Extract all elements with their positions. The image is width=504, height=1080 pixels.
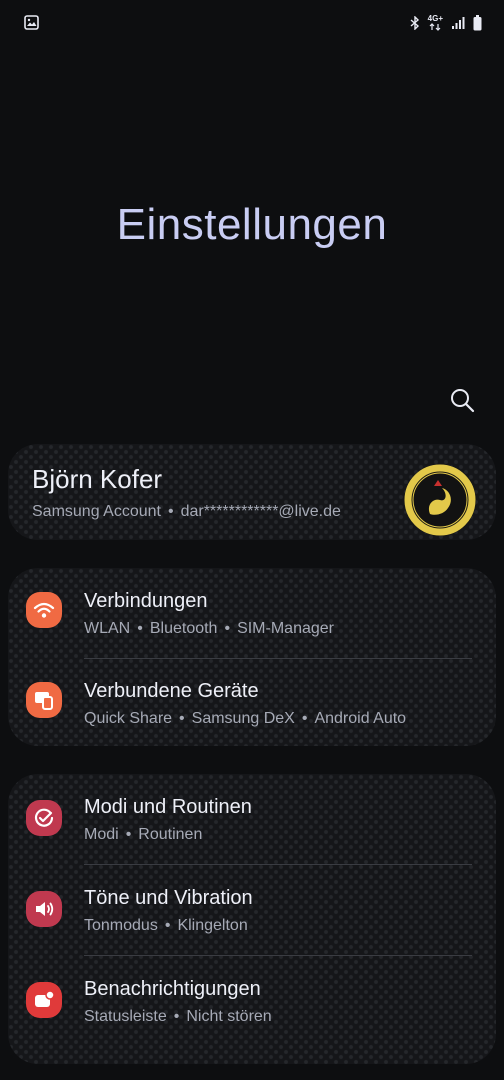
- subtitle-part: Routinen: [138, 826, 203, 843]
- search-icon[interactable]: [448, 386, 476, 414]
- subtitle-part: Bluetooth: [149, 620, 218, 637]
- signal-icon: [452, 17, 465, 29]
- settings-group-1: Verbindungen WLAN • Bluetooth • SIM-Manager …: [8, 568, 496, 746]
- subtitle-part: Modi: [84, 826, 119, 843]
- battery-icon: [473, 15, 482, 31]
- separator-dot: •: [179, 710, 185, 727]
- account-name: Björn Kofer: [32, 464, 163, 494]
- settings-item-benachrichtigungen[interactable]: Benachrichtigungen Statusleiste • Nicht st…: [8, 956, 496, 1046]
- gallery-notification-icon: [24, 15, 39, 30]
- notification-icon: [26, 982, 62, 1018]
- account-service: Samsung Account: [32, 503, 161, 520]
- account-email: dar************@live.de: [180, 503, 341, 520]
- speaker-icon: [26, 891, 62, 927]
- subtitle-part: WLAN: [84, 620, 131, 637]
- network-type: 4G+: [428, 15, 443, 31]
- subtitle-part: Quick Share: [84, 710, 173, 727]
- settings-item-title: Töne und Vibration: [84, 887, 253, 909]
- subtitle-part: Nicht stören: [186, 1008, 272, 1025]
- separator-dot: •: [167, 503, 174, 520]
- settings-group-2: Modi und Routinen Modi • Routinen Töne und…: [8, 774, 496, 1064]
- separator-dot: •: [137, 620, 143, 637]
- settings-item-subtitle: Tonmodus • Klingelton: [84, 917, 248, 935]
- settings-item-toene-und-vibration[interactable]: Töne und Vibration Tonmodus • Klingelton: [8, 865, 496, 955]
- separator-dot: •: [125, 826, 132, 843]
- account-card[interactable]: Björn Kofer Samsung Account • dar*********…: [8, 444, 496, 540]
- separator-dot: •: [164, 917, 171, 934]
- settings-item-verbindungen[interactable]: Verbindungen WLAN • Bluetooth • SIM-Manager: [8, 568, 496, 658]
- subtitle-part: Samsung DeX: [191, 710, 295, 727]
- subtitle-part: SIM-Manager: [237, 620, 334, 637]
- status-bar: 4G+: [0, 0, 504, 46]
- connected-devices-icon: [26, 682, 62, 718]
- settings-item-subtitle: Modi • Routinen: [84, 826, 202, 844]
- settings-item-title: Modi und Routinen: [84, 796, 252, 818]
- avatar[interactable]: [404, 464, 476, 536]
- separator-dot: •: [301, 710, 308, 727]
- settings-item-subtitle: Statusleiste • Nicht stören: [84, 1008, 272, 1026]
- subtitle-part: Statusleiste: [84, 1008, 167, 1025]
- bluetooth-icon: [410, 16, 419, 30]
- settings-item-subtitle: Quick Share • Samsung DeX • Android Auto: [84, 710, 406, 728]
- account-subtitle: Samsung Account • dar************@live.de: [32, 503, 341, 521]
- modes-routines-icon: [26, 800, 62, 836]
- subtitle-part: Android Auto: [314, 710, 407, 727]
- wifi-icon: [26, 592, 62, 628]
- separator-dot: •: [224, 620, 231, 637]
- subtitle-part: Tonmodus: [84, 917, 158, 934]
- data-arrows-icon: [429, 23, 441, 31]
- settings-item-modi-und-routinen[interactable]: Modi und Routinen Modi • Routinen: [8, 774, 496, 864]
- settings-item-title: Verbindungen: [84, 590, 208, 612]
- settings-item-title: Benachrichtigungen: [84, 978, 261, 1000]
- settings-item-verbundene-geraete[interactable]: Verbundene Geräte Quick Share • Samsung De…: [8, 658, 496, 746]
- page-title: Einstellungen: [116, 200, 388, 249]
- settings-item-subtitle: WLAN • Bluetooth • SIM-Manager: [84, 620, 334, 638]
- settings-item-title: Verbundene Geräte: [84, 680, 259, 702]
- separator-dot: •: [173, 1008, 180, 1025]
- subtitle-part: Klingelton: [177, 917, 248, 934]
